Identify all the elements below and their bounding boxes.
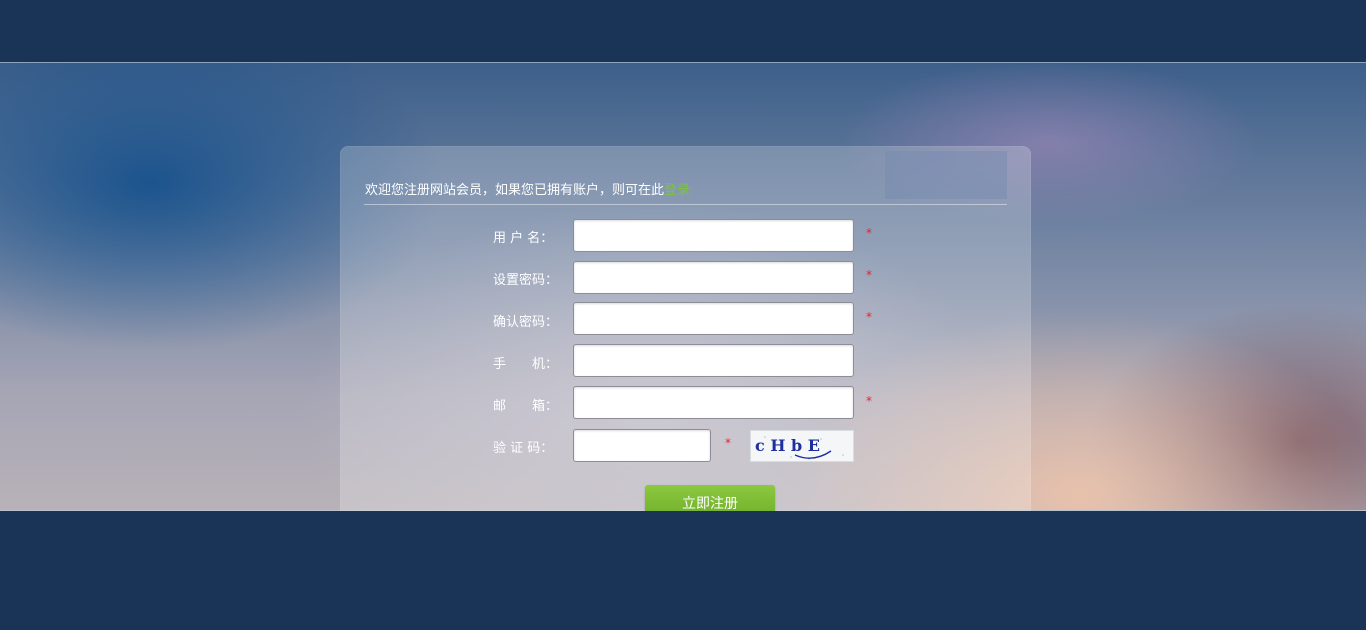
email-required-mark: *: [866, 394, 872, 408]
divider: [364, 204, 1007, 205]
captcha-image[interactable]: c H b E: [750, 430, 854, 462]
decorative-corner-box: [885, 151, 1007, 199]
confirm-password-label: 确认密码：: [493, 315, 559, 330]
login-link[interactable]: 登录: [664, 183, 690, 198]
captcha-text: c H b E: [755, 436, 820, 455]
username-required-mark: *: [866, 226, 872, 240]
top-bar: [0, 0, 1366, 62]
captcha-required-mark: *: [725, 436, 731, 450]
username-input[interactable]: [573, 219, 854, 252]
password-required-mark: *: [866, 268, 872, 282]
email-label: 邮 箱：: [493, 399, 559, 414]
password-label: 设置密码：: [493, 273, 559, 288]
welcome-message: 欢迎您注册网站会员，如果您已拥有账户，则可在此登录: [365, 179, 690, 198]
phone-input[interactable]: [573, 344, 854, 377]
password-input[interactable]: [573, 261, 854, 294]
email-input[interactable]: [573, 386, 854, 419]
confirm-password-required-mark: *: [866, 310, 872, 324]
phone-label: 手 机：: [493, 357, 559, 372]
bottom-bar: [0, 511, 1366, 630]
hero-background: 欢迎您注册网站会员，如果您已拥有账户，则可在此登录 用 户 名： * 设置密码：…: [0, 62, 1366, 559]
captcha-label: 验 证 码：: [493, 441, 554, 456]
confirm-password-input[interactable]: [573, 302, 854, 335]
captcha-input[interactable]: [573, 429, 711, 462]
username-label: 用 户 名：: [493, 231, 554, 246]
register-panel: 欢迎您注册网站会员，如果您已拥有账户，则可在此登录 用 户 名： * 设置密码：…: [340, 146, 1031, 559]
welcome-text: 欢迎您注册网站会员，如果您已拥有账户，则可在此: [365, 183, 665, 198]
